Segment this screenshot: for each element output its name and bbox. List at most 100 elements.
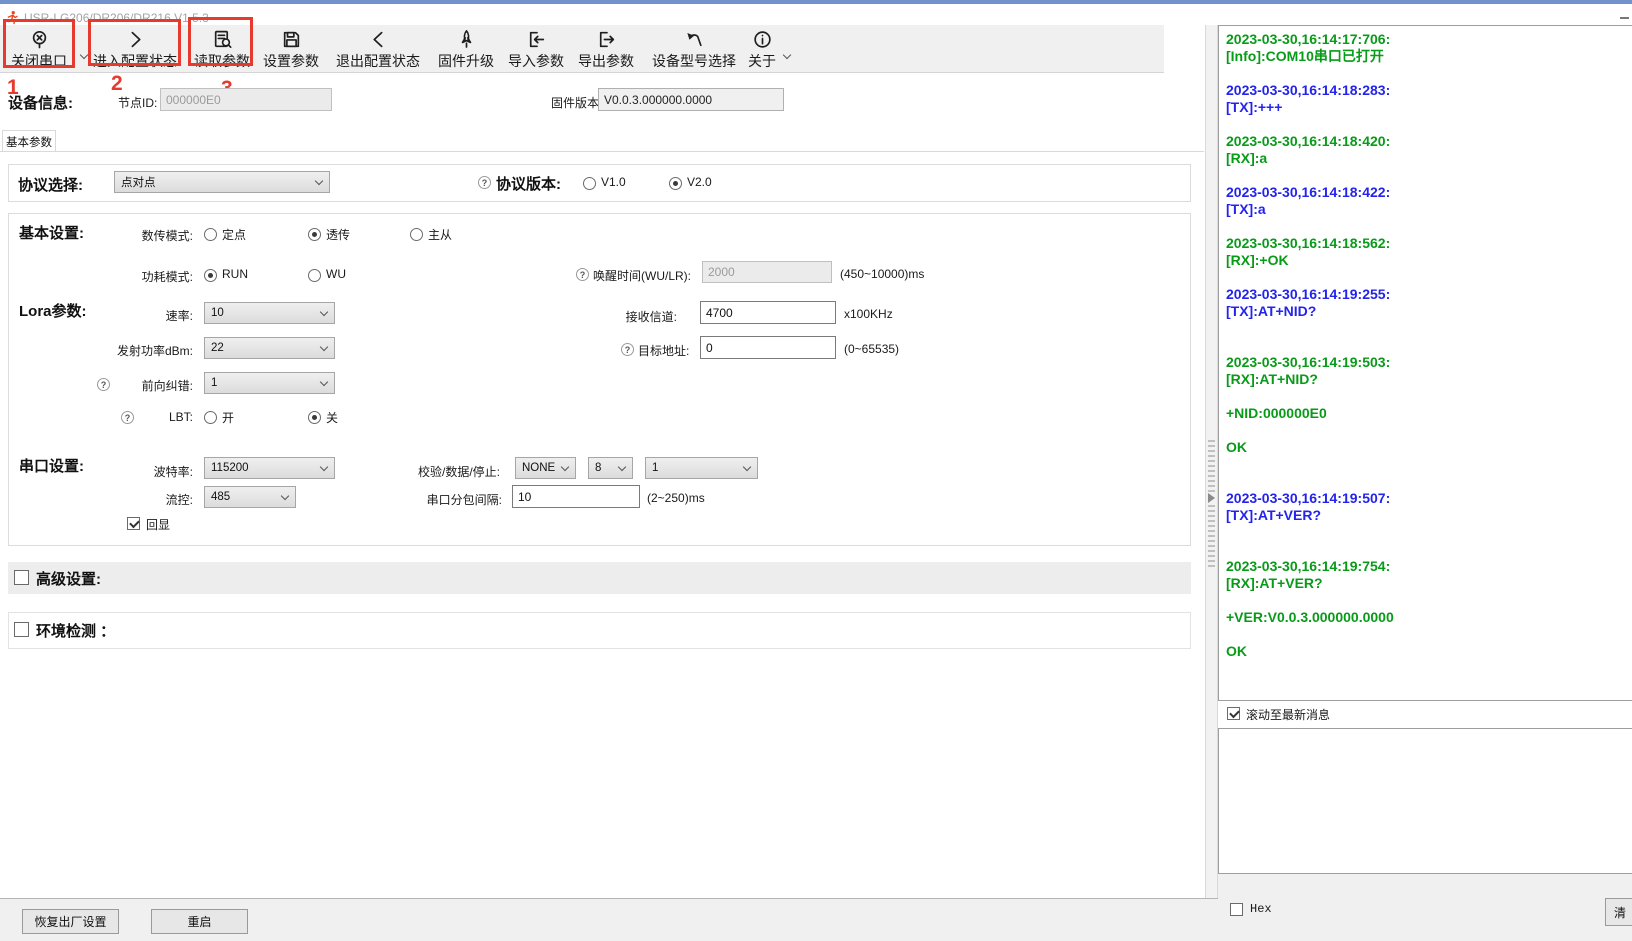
log-line: [RX]:+OK [1226, 252, 1632, 269]
radio-protocol-v2-label: V2.0 [687, 175, 712, 189]
tab-basic-params[interactable]: 基本参数 [2, 130, 56, 152]
power-mode-label: 功耗模式: [60, 268, 193, 285]
radio-mode-fixed[interactable] [204, 228, 217, 241]
send-input-area[interactable] [1218, 728, 1632, 874]
fec-label: 前向纠错: [115, 377, 193, 394]
echo-checkbox[interactable] [127, 517, 140, 530]
fec-help-icon[interactable]: ? [97, 378, 110, 391]
toolbar-button-8[interactable]: 导出参数 [578, 28, 634, 71]
protocol-version-label: 协议版本: [496, 173, 561, 194]
protocol-select-dropdown[interactable]: 点对点 [114, 171, 330, 193]
log-blank-line [1226, 65, 1632, 82]
toolbar-button-label: 导入参数 [508, 51, 564, 71]
radio-lbt-on-label: 开 [222, 409, 234, 426]
annotation-number-2: 2 [111, 72, 123, 96]
node-id-field[interactable] [160, 88, 332, 111]
log-line: 2023-03-30,16:14:19:507: [1226, 490, 1632, 507]
fec-dropdown[interactable]: 1 [204, 372, 335, 394]
rx-channel-label: 接收信道: [560, 308, 677, 325]
radio-lbt-off-label: 关 [326, 409, 338, 426]
radio-protocol-v1-label: V1.0 [601, 175, 626, 189]
toolbar-button-label: 导出参数 [578, 51, 634, 71]
log-line: 2023-03-30,16:14:18:562: [1226, 235, 1632, 252]
node-id-label: 节点ID: [118, 94, 157, 111]
log-line: OK [1226, 439, 1632, 456]
advanced-settings-checkbox[interactable] [14, 570, 29, 585]
lbt-help-icon[interactable]: ? [121, 411, 134, 424]
toolbar-dropdown-caret-icon[interactable] [784, 45, 791, 52]
log-blank-line [1226, 592, 1632, 609]
annotation-box-1 [3, 19, 75, 68]
chevron-down-icon [320, 463, 328, 471]
log-line: [RX]:a [1226, 150, 1632, 167]
minimize-button[interactable] [1620, 17, 1629, 19]
chevron-down-icon [320, 343, 328, 351]
log-blank-line [1226, 541, 1632, 558]
toolbar-button-5[interactable]: 退出配置状态 [336, 28, 420, 71]
chevron-down-icon [320, 308, 328, 316]
log-output-area[interactable]: 2023-03-30,16:14:17:706:[Info]:COM10串口已打… [1218, 25, 1632, 701]
stopbits-dropdown[interactable]: 1 [645, 457, 758, 479]
radio-protocol-v2[interactable] [669, 177, 682, 190]
restore-factory-button[interactable]: 恢复出厂设置 [22, 909, 119, 934]
flow-control-dropdown[interactable]: 485 [204, 486, 296, 508]
env-detect-checkbox[interactable] [14, 622, 29, 637]
log-line: 2023-03-30,16:14:19:255: [1226, 286, 1632, 303]
toolbar-button-4[interactable]: 设置参数 [263, 28, 319, 71]
databits-dropdown[interactable]: 8 [588, 457, 633, 479]
log-line: +VER:V0.0.3.000000.0000 [1226, 609, 1632, 626]
toolbar-button-10[interactable]: 关于 [748, 28, 776, 71]
toolbar-button-9[interactable]: 设备型号选择 [652, 28, 736, 71]
undo-arrow-icon [684, 28, 705, 50]
log-blank-line [1226, 337, 1632, 354]
toolbar-button-6[interactable]: 固件升级 [438, 28, 494, 71]
radio-protocol-v1[interactable] [583, 177, 596, 190]
clear-button[interactable]: 清 [1605, 898, 1632, 926]
rx-channel-field[interactable] [700, 301, 836, 324]
save-icon [281, 28, 302, 50]
log-line: OK [1226, 643, 1632, 660]
right-column-footer-bg [1218, 874, 1632, 941]
import-icon [526, 28, 547, 50]
firmware-version-field[interactable] [598, 88, 784, 111]
baud-dropdown[interactable]: 115200 [204, 457, 335, 479]
splitter-collapse-arrow-icon[interactable] [1208, 493, 1215, 503]
log-blank-line [1226, 524, 1632, 541]
hex-checkbox[interactable] [1230, 903, 1243, 916]
target-addr-field[interactable] [700, 336, 836, 359]
wake-time-help-icon[interactable]: ? [576, 268, 589, 281]
log-line: [TX]:a [1226, 201, 1632, 218]
target-addr-label: 目标地址: [638, 342, 689, 359]
rate-dropdown[interactable]: 10 [204, 302, 335, 324]
annotation-box-2 [88, 19, 181, 66]
toolbar-button-label: 退出配置状态 [336, 51, 420, 71]
packet-interval-field[interactable] [512, 485, 640, 508]
chevron-down-icon [561, 463, 569, 471]
toolbar-button-label: 固件升级 [438, 51, 494, 71]
scroll-latest-checkbox[interactable] [1227, 707, 1240, 720]
lbt-label: LBT: [139, 410, 193, 424]
toolbar-button-7[interactable]: 导入参数 [508, 28, 564, 71]
radio-lbt-off[interactable] [308, 411, 321, 424]
tx-power-dropdown[interactable]: 22 [204, 337, 335, 359]
protocol-version-help-icon[interactable]: ? [478, 176, 491, 189]
parity-dropdown[interactable]: NONE [515, 457, 576, 479]
radio-power-run[interactable] [204, 269, 217, 282]
rocket-icon [456, 28, 477, 50]
radio-lbt-on[interactable] [204, 411, 217, 424]
restart-button[interactable]: 重启 [151, 909, 248, 934]
toolbar-dropdown-caret-icon[interactable] [81, 45, 88, 52]
wake-time-field[interactable] [702, 261, 832, 283]
target-addr-help-icon[interactable]: ? [621, 343, 634, 356]
radio-mode-masterslave[interactable] [410, 228, 423, 241]
chevron-down-icon [315, 177, 323, 185]
baud-label: 波特率: [60, 463, 193, 480]
chevron-down-icon [281, 492, 289, 500]
packet-interval-hint: (2~250)ms [647, 491, 705, 505]
log-blank-line [1226, 167, 1632, 184]
panel-splitter[interactable] [1205, 25, 1218, 898]
radio-power-wu[interactable] [308, 269, 321, 282]
log-blank-line [1226, 456, 1632, 473]
export-icon [596, 28, 617, 50]
radio-mode-transparent[interactable] [308, 228, 321, 241]
